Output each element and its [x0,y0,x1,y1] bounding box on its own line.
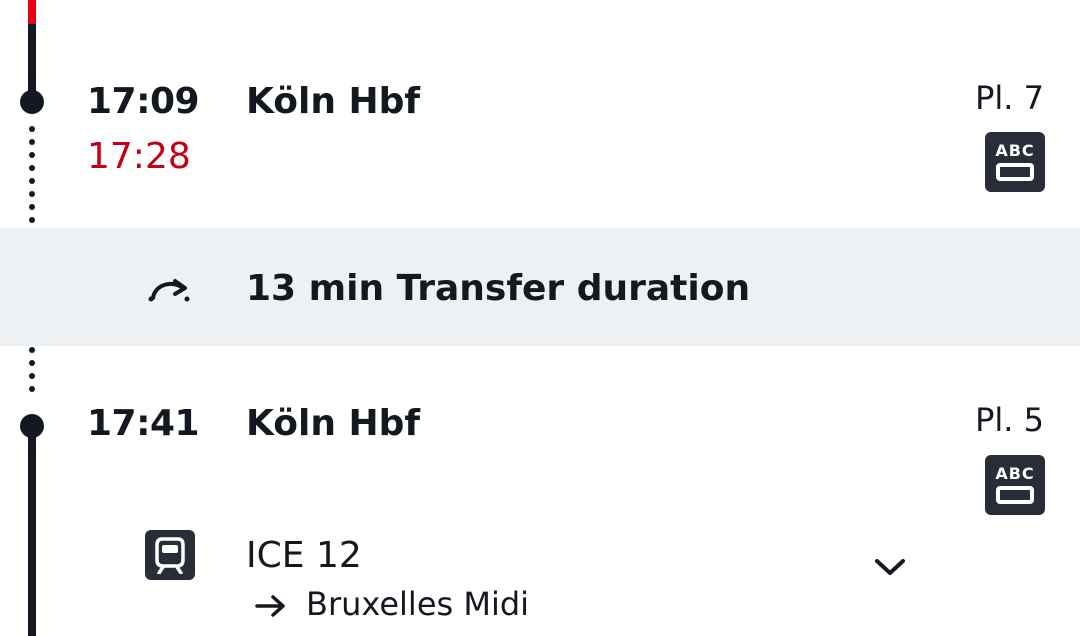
wagon-sequence-icon-text: ABC [995,464,1035,483]
train-destination: Bruxelles Midi [306,585,530,623]
station-name: Köln Hbf [246,403,421,444]
wagon-sequence-icon[interactable]: ABC [985,132,1045,192]
timeline-segment [28,436,36,636]
wagon-sequence-icon-text: ABC [995,141,1035,160]
transfer-duration-text: 13 min Transfer duration [246,268,751,309]
scheduled-arrival-time: 17:09 [87,81,200,122]
wagon-sequence-icon[interactable]: ABC [985,455,1045,515]
wagon-icon [996,486,1034,504]
timeline-stop-marker [20,414,44,438]
timeline-stop-marker [20,90,44,114]
wagon-icon [996,163,1034,181]
platform-label: Pl. 7 [975,79,1044,117]
scheduled-departure-time: 17:41 [87,403,200,444]
train-icon [145,530,195,580]
actual-arrival-time: 17:28 [87,136,191,177]
platform-label: Pl. 5 [975,401,1044,439]
direction-arrow-icon [255,593,287,619]
train-name: ICE 12 [246,535,362,576]
chevron-down-icon[interactable] [872,552,908,582]
station-name: Köln Hbf [246,81,421,122]
timeline-accent [28,0,36,24]
transfer-arrow-icon [147,272,193,304]
